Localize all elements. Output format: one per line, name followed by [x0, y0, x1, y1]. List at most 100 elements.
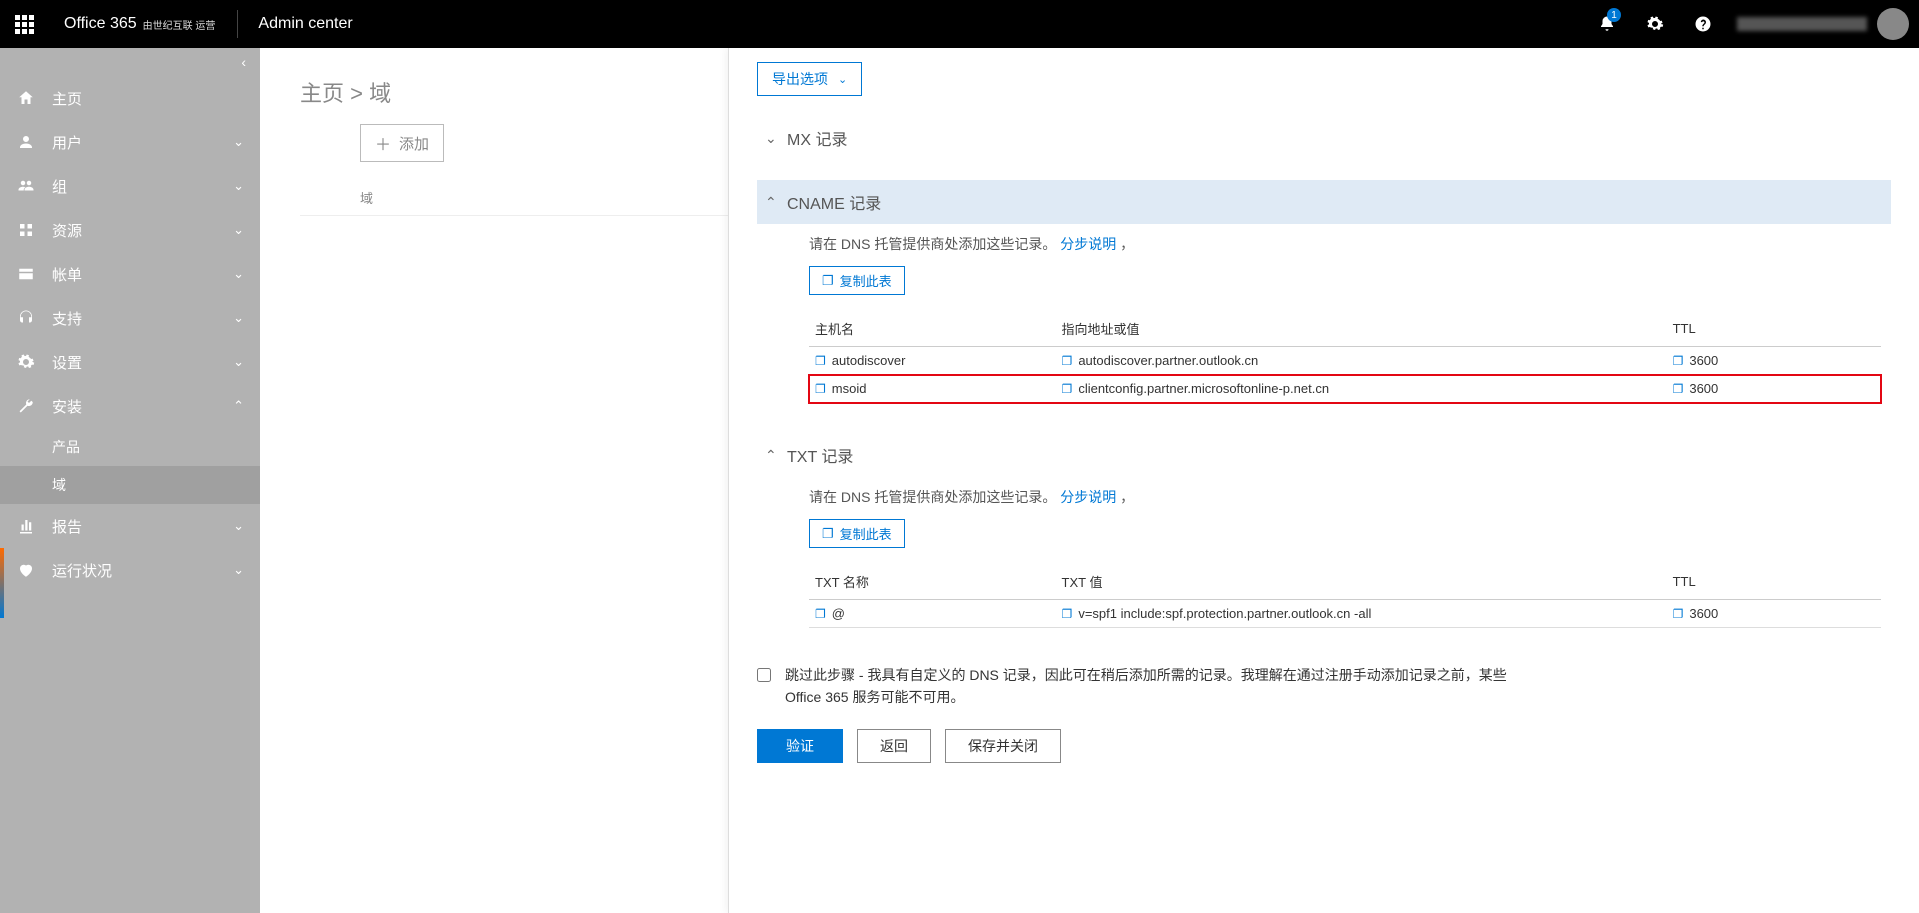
section-title: CNAME 记录: [787, 190, 881, 214]
copy-icon[interactable]: ❐: [1062, 354, 1073, 368]
breadcrumb-home[interactable]: 主页: [300, 81, 344, 106]
nav-label: 帐单: [52, 264, 233, 285]
nav-support[interactable]: 支持 ⌄: [0, 296, 260, 340]
section-title: TXT 记录: [787, 443, 853, 467]
copy-icon[interactable]: ❐: [1673, 607, 1684, 621]
help-text: 请在 DNS 托管提供商处添加这些记录。 分步说明 ，: [809, 487, 1881, 507]
copy-table-button[interactable]: ❐ 复制此表: [809, 266, 905, 295]
group-icon: [16, 176, 36, 196]
section-title: MX 记录: [787, 126, 847, 150]
brand-label: Office 365: [64, 15, 137, 33]
section-txt-header[interactable]: ⌃ TXT 记录: [757, 433, 1891, 477]
section-txt-body: 请在 DNS 托管提供商处添加这些记录。 分步说明 ， ❐ 复制此表 TXT 名…: [757, 477, 1891, 638]
col-host: 主机名: [809, 311, 1056, 347]
cname-records-table: 主机名 指向地址或值 TTL ❐autodiscover ❐autodiscov…: [809, 311, 1881, 403]
col-txt-value: TXT 值: [1056, 564, 1667, 600]
help-icon: [1694, 15, 1712, 33]
copy-icon[interactable]: ❐: [1673, 382, 1684, 396]
section-mx-header[interactable]: ⌄ MX 记录: [757, 116, 1891, 160]
app-launcher-button[interactable]: [0, 0, 48, 48]
breadcrumb-sep: >: [344, 81, 369, 106]
copy-icon[interactable]: ❐: [1062, 607, 1073, 621]
chevron-up-icon: ⌃: [765, 447, 783, 464]
main-area: 主页 > 域 ＋ 添加 域 导出选项 ⌄ ⌄ MX 记录: [260, 48, 1919, 913]
chart-icon: [16, 516, 36, 536]
nav-resources[interactable]: 资源 ⌄: [0, 208, 260, 252]
nav-reports[interactable]: 报告 ⌄: [0, 504, 260, 548]
copy-icon: ❐: [822, 273, 834, 289]
save-close-button[interactable]: 保存并关闭: [945, 729, 1061, 763]
settings-button[interactable]: [1631, 0, 1679, 48]
section-txt: ⌃ TXT 记录 请在 DNS 托管提供商处添加这些记录。 分步说明 ， ❐ 复…: [757, 433, 1891, 638]
copy-icon: ❐: [822, 526, 834, 542]
user-avatar[interactable]: [1877, 8, 1909, 40]
nav-label: 主页: [52, 88, 244, 109]
add-label: 添加: [399, 133, 429, 154]
nav-billing[interactable]: 帐单 ⌄: [0, 252, 260, 296]
col-ttl: TTL: [1667, 564, 1881, 600]
nav-label: 资源: [52, 220, 233, 241]
nav-label: 报告: [52, 516, 233, 537]
copy-icon[interactable]: ❐: [1062, 382, 1073, 396]
nav-setup[interactable]: 安装 ⌃: [0, 384, 260, 428]
nav-sub-label: 域: [52, 475, 66, 495]
nav-users[interactable]: 用户 ⌄: [0, 120, 260, 164]
brand-operator: 由世纪互联 运营: [143, 17, 216, 32]
notifications-button[interactable]: 1: [1583, 0, 1631, 48]
gear-icon: [16, 352, 36, 372]
nav-setup-domains[interactable]: 域: [0, 466, 260, 504]
step-by-step-link[interactable]: 分步说明: [1060, 489, 1116, 505]
col-ttl: TTL: [1667, 311, 1881, 347]
col-target: 指向地址或值: [1056, 311, 1667, 347]
section-cname-header[interactable]: ⌃ CNAME 记录: [757, 180, 1891, 224]
chevron-down-icon: ⌄: [233, 266, 244, 282]
skip-step-checkbox[interactable]: [757, 668, 771, 682]
copy-icon[interactable]: ❐: [815, 607, 826, 621]
copy-table-button[interactable]: ❐ 复制此表: [809, 519, 905, 548]
table-row: ❐autodiscover ❐autodiscover.partner.outl…: [809, 347, 1881, 375]
nav-setup-products[interactable]: 产品: [0, 428, 260, 466]
resource-icon: [16, 220, 36, 240]
add-domain-button[interactable]: ＋ 添加: [360, 124, 444, 162]
separator: [237, 10, 238, 38]
user-name-redacted: [1737, 17, 1867, 31]
back-button[interactable]: 返回: [857, 729, 931, 763]
export-options-button[interactable]: 导出选项 ⌄: [757, 62, 862, 96]
sidebar-collapse-button[interactable]: ‹: [0, 48, 260, 76]
chevron-down-icon: ⌄: [233, 562, 244, 578]
help-text: 请在 DNS 托管提供商处添加这些记录。 分步说明 ，: [809, 234, 1881, 254]
nav-groups[interactable]: 组 ⌄: [0, 164, 260, 208]
nav-label: 用户: [52, 132, 233, 153]
nav-home[interactable]: 主页: [0, 76, 260, 120]
chevron-down-icon: ⌄: [838, 73, 847, 86]
copy-icon[interactable]: ❐: [815, 382, 826, 396]
table-row: ❐msoid ❐clientconfig.partner.microsofton…: [809, 375, 1881, 403]
gear-icon: [1646, 15, 1664, 33]
waffle-icon: [15, 15, 34, 34]
copy-icon[interactable]: ❐: [1673, 354, 1684, 368]
step-by-step-link[interactable]: 分步说明: [1060, 236, 1116, 252]
notification-badge: 1: [1607, 8, 1621, 22]
chevron-up-icon: ⌃: [765, 194, 783, 211]
chevron-up-icon: ⌃: [233, 398, 244, 414]
nav-label: 设置: [52, 352, 233, 373]
chevron-down-icon: ⌄: [233, 518, 244, 534]
brand: Office 365 由世纪互联 运营: [48, 15, 231, 33]
copy-icon[interactable]: ❐: [815, 354, 826, 368]
dns-records-panel: 导出选项 ⌄ ⌄ MX 记录 ⌃ CNAME 记录 请在 DNS 托管提供商处添: [728, 48, 1919, 913]
section-cname: ⌃ CNAME 记录 请在 DNS 托管提供商处添加这些记录。 分步说明 ， ❐…: [757, 180, 1891, 413]
nav-health[interactable]: 运行状况 ⌄: [0, 548, 260, 592]
chevron-down-icon: ⌄: [233, 310, 244, 326]
help-button[interactable]: [1679, 0, 1727, 48]
verify-button[interactable]: 验证: [757, 729, 843, 763]
col-txt-name: TXT 名称: [809, 564, 1056, 600]
breadcrumb-current: 域: [369, 81, 391, 106]
nav-label: 运行状况: [52, 560, 233, 581]
chevron-down-icon: ⌄: [233, 354, 244, 370]
chevron-left-icon: ‹: [241, 54, 246, 70]
skip-step-row: 跳过此步骤 - 我具有自定义的 DNS 记录，因此可在稍后添加所需的记录。我理解…: [757, 664, 1891, 709]
user-icon: [16, 132, 36, 152]
headset-icon: [16, 308, 36, 328]
wrench-icon: [16, 396, 36, 416]
nav-settings[interactable]: 设置 ⌄: [0, 340, 260, 384]
